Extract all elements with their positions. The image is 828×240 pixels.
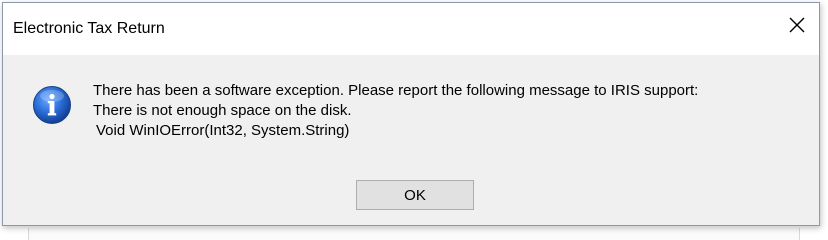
ok-button[interactable]: OK [356,180,474,210]
background-window-edge [28,228,800,240]
close-button[interactable] [775,3,819,47]
message-dialog: Electronic Tax Return There has been a s… [2,2,820,226]
info-icon [33,86,71,124]
message-line: There has been a software exception. Ple… [93,82,699,99]
dialog-title: Electronic Tax Return [13,20,165,37]
close-icon [789,17,805,33]
message-line: There is not enough space on the disk. [93,102,352,119]
message-area: There has been a software exception. Ple… [3,55,819,167]
button-bar: OK [3,167,819,225]
message-line: Void WinIOError(Int32, System.String) [96,122,350,139]
message-text: There has been a software exception. Ple… [93,81,813,141]
title-bar: Electronic Tax Return [3,3,819,55]
